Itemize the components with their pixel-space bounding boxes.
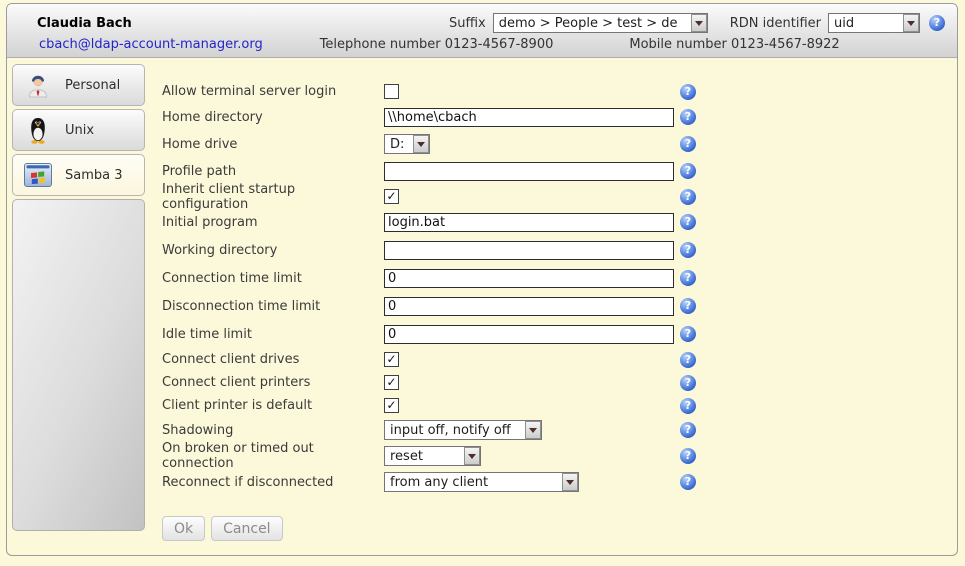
samba3-form: Allow terminal server login Home directo… [162,64,696,541]
connect-client-printers-checkbox[interactable] [384,375,399,390]
field-label: Connect client printers [162,375,384,390]
help-icon[interactable] [680,422,696,438]
field-label: Profile path [162,164,384,179]
tab-label: Unix [65,123,94,138]
row-home-directory: Home directory [162,103,696,131]
row-client-printer-is-default: Client printer is default [162,394,696,417]
rdn-identifier-label: RDN identifier [730,16,821,31]
rdn-identifier-select[interactable]: uid [828,13,920,33]
tab-personal[interactable]: Personal [12,64,145,106]
connect-client-drives-checkbox[interactable] [384,352,399,367]
home-directory-input[interactable] [384,108,674,127]
sidebar-filler-panel [12,199,145,531]
help-icon[interactable] [680,398,696,414]
header-row-bottom: cbach@ldap-account-manager.org Telephone… [19,34,945,55]
row-home-drive: Home drive D: [162,131,696,157]
help-icon[interactable] [680,163,696,179]
chevron-down-icon [903,14,919,32]
disconnection-time-limit-input[interactable] [384,297,674,316]
suffix-label: Suffix [449,16,486,31]
profile-path-input[interactable] [384,162,674,181]
field-label: Working directory [162,243,384,258]
allow-terminal-server-login-checkbox[interactable] [384,84,399,99]
account-header: Claudia Bach Suffix demo > People > test… [7,4,957,58]
inherit-client-startup-checkbox[interactable] [384,189,399,204]
cancel-button[interactable]: Cancel [211,516,282,541]
idle-time-limit-input[interactable] [384,325,674,344]
help-icon[interactable] [680,136,696,152]
field-label: Shadowing [162,423,384,438]
help-icon[interactable] [680,448,696,464]
help-icon[interactable] [680,109,696,125]
client-printer-default-checkbox[interactable] [384,398,399,413]
home-drive-select[interactable]: D: [384,134,430,154]
field-label: Home drive [162,137,384,152]
shadowing-select[interactable]: input off, notify off [384,420,542,440]
row-idle-time-limit: Idle time limit [162,320,696,348]
header-row-top: Claudia Bach Suffix demo > People > test… [19,4,945,34]
account-title: Claudia Bach [37,16,132,31]
row-initial-program: Initial program [162,208,696,236]
person-icon [24,72,52,98]
field-label: Inherit client startup configuration [162,182,384,212]
help-icon[interactable] [680,189,696,205]
field-label: Connect client drives [162,352,384,367]
windows-icon [24,163,52,187]
field-label: Reconnect if disconnected [162,475,384,490]
row-reconnect-if-disconnected: Reconnect if disconnected from any clien… [162,469,696,495]
initial-program-input[interactable] [384,213,674,232]
help-icon[interactable] [929,15,945,31]
help-icon[interactable] [680,84,696,100]
help-icon[interactable] [680,352,696,368]
row-connection-time-limit: Connection time limit [162,264,696,292]
help-icon[interactable] [680,298,696,314]
row-allow-terminal-server-login: Allow terminal server login [162,80,696,103]
tab-unix[interactable]: Unix [12,109,145,151]
row-connect-client-printers: Connect client printers [162,371,696,394]
row-connect-client-drives: Connect client drives [162,348,696,371]
account-edit-window: Claudia Bach Suffix demo > People > test… [6,3,958,556]
row-inherit-client-startup-configuration: Inherit client startup configuration [162,185,696,208]
broken-connection-select[interactable]: reset [384,446,481,466]
help-icon[interactable] [680,242,696,258]
tab-label: Samba 3 [65,168,123,183]
help-icon[interactable] [680,474,696,490]
field-label: Client printer is default [162,398,384,413]
row-shadowing: Shadowing input off, notify off [162,417,696,443]
field-label: Disconnection time limit [162,299,384,314]
reconnect-select[interactable]: from any client [384,472,579,492]
help-icon[interactable] [680,375,696,391]
main-area: Personal Unix [7,58,957,541]
field-label: Initial program [162,215,384,230]
chevron-down-icon [525,421,541,439]
working-directory-input[interactable] [384,241,674,260]
field-label: On broken or timed out connection [162,441,384,471]
row-working-directory: Working directory [162,236,696,264]
chevron-down-icon [413,135,429,153]
field-label: Idle time limit [162,327,384,342]
row-disconnection-time-limit: Disconnection time limit [162,292,696,320]
help-icon[interactable] [680,270,696,286]
form-buttons: Ok Cancel [162,516,696,541]
suffix-select[interactable]: demo > People > test > de [493,13,708,33]
tux-icon [24,116,52,144]
chevron-down-icon [691,14,707,32]
tab-samba3[interactable]: Samba 3 [12,154,145,196]
email-link[interactable]: cbach@ldap-account-manager.org [39,37,263,52]
field-label: Allow terminal server login [162,84,384,99]
field-label: Connection time limit [162,271,384,286]
row-on-broken-or-timed-out-connection: On broken or timed out connection reset [162,443,696,469]
chevron-down-icon [464,447,480,465]
help-icon[interactable] [680,214,696,230]
module-tabs-sidebar: Personal Unix [12,64,145,541]
chevron-down-icon [562,473,578,491]
telephone-number: Telephone number 0123-4567-8900 [320,37,554,52]
field-label: Home directory [162,110,384,125]
connection-time-limit-input[interactable] [384,269,674,288]
ok-button[interactable]: Ok [162,516,205,541]
help-icon[interactable] [680,326,696,342]
mobile-number: Mobile number 0123-4567-8922 [629,37,839,52]
tab-label: Personal [65,78,120,93]
